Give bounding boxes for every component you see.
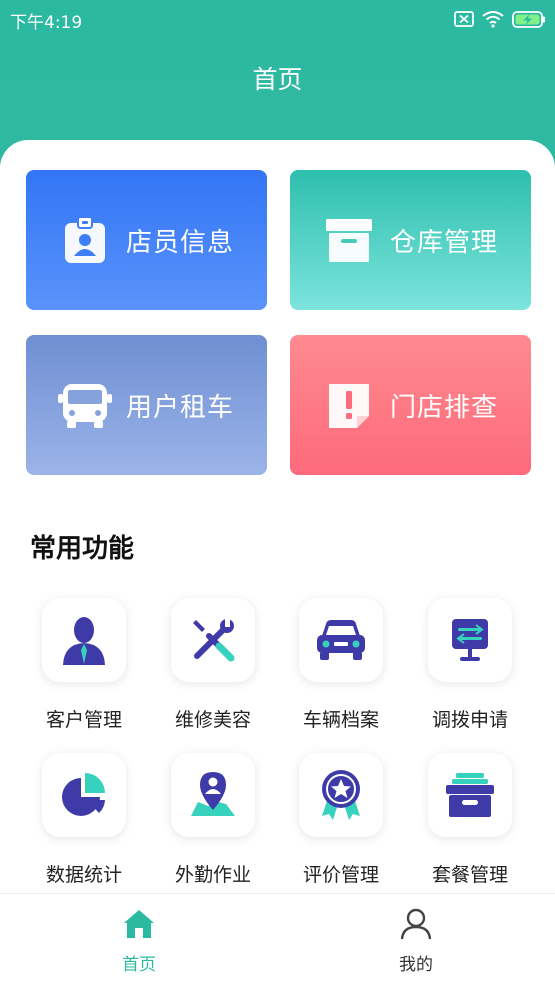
func-label: 客户管理 bbox=[45, 709, 122, 731]
bus-icon bbox=[56, 376, 114, 434]
func-review-management[interactable]: 评价管理 bbox=[291, 753, 391, 887]
nav-item-home[interactable]: 首页 bbox=[79, 908, 199, 975]
nav-item-profile[interactable]: 我的 bbox=[356, 908, 476, 975]
wrench-screwdriver-icon bbox=[171, 598, 255, 682]
badge-icon bbox=[56, 211, 114, 269]
sim-disabled-icon bbox=[454, 11, 474, 27]
storage-box-icon bbox=[428, 753, 512, 837]
status-bar: 下午4:19 bbox=[0, 0, 555, 38]
func-label: 车辆档案 bbox=[302, 709, 379, 731]
func-label: 数据统计 bbox=[45, 864, 122, 886]
card-label: 用户租车 bbox=[126, 392, 235, 423]
func-label: 维修美容 bbox=[174, 709, 251, 731]
card-label: 仓库管理 bbox=[390, 227, 499, 258]
card-label: 店员信息 bbox=[126, 227, 235, 258]
func-transfer-request[interactable]: 调拨申请 bbox=[420, 598, 520, 732]
star-medal-icon bbox=[299, 753, 383, 837]
func-repair-beauty[interactable]: 维修美容 bbox=[163, 598, 263, 732]
battery-charging-icon bbox=[512, 10, 545, 28]
monitor-transfer-icon bbox=[428, 598, 512, 682]
func-customer-management[interactable]: 客户管理 bbox=[34, 598, 134, 732]
card-warehouse[interactable]: 仓库管理 bbox=[290, 170, 531, 310]
bottom-nav: 首页 我的 bbox=[0, 893, 555, 986]
car-icon bbox=[299, 598, 383, 682]
pie-chart-icon bbox=[42, 753, 126, 837]
status-icons bbox=[454, 9, 546, 29]
card-clerk-info[interactable]: 店员信息 bbox=[26, 170, 267, 310]
func-label: 评价管理 bbox=[302, 864, 379, 886]
nav-label-profile: 我的 bbox=[399, 955, 433, 975]
map-pin-person-icon bbox=[171, 753, 255, 837]
func-vehicle-records[interactable]: 车辆档案 bbox=[291, 598, 391, 732]
section-title: 常用功能 bbox=[30, 534, 135, 564]
func-label: 外勤作业 bbox=[174, 864, 251, 886]
status-time: 下午4:19 bbox=[10, 13, 83, 33]
user-icon bbox=[400, 908, 432, 940]
func-package-management[interactable]: 套餐管理 bbox=[420, 753, 520, 887]
archive-box-icon bbox=[320, 211, 378, 269]
page-title: 首页 bbox=[252, 65, 303, 94]
func-field-work[interactable]: 外勤作业 bbox=[163, 753, 263, 887]
person-icon bbox=[42, 598, 126, 682]
card-store-inspection[interactable]: 门店排查 bbox=[290, 335, 531, 475]
func-label: 调拨申请 bbox=[431, 709, 508, 731]
func-data-statistics[interactable]: 数据统计 bbox=[34, 753, 134, 887]
card-user-rental[interactable]: 用户租车 bbox=[26, 335, 267, 475]
card-label: 门店排查 bbox=[390, 392, 499, 423]
func-label: 套餐管理 bbox=[431, 864, 508, 886]
wifi-icon bbox=[482, 10, 504, 28]
home-icon bbox=[124, 910, 154, 938]
alert-note-icon bbox=[320, 376, 378, 434]
nav-label-home: 首页 bbox=[122, 955, 156, 975]
app-screen: 下午4:19 首页 店员信息 仓库管理 用户租车 门店排查 常用功能 客户管理 … bbox=[0, 0, 555, 986]
